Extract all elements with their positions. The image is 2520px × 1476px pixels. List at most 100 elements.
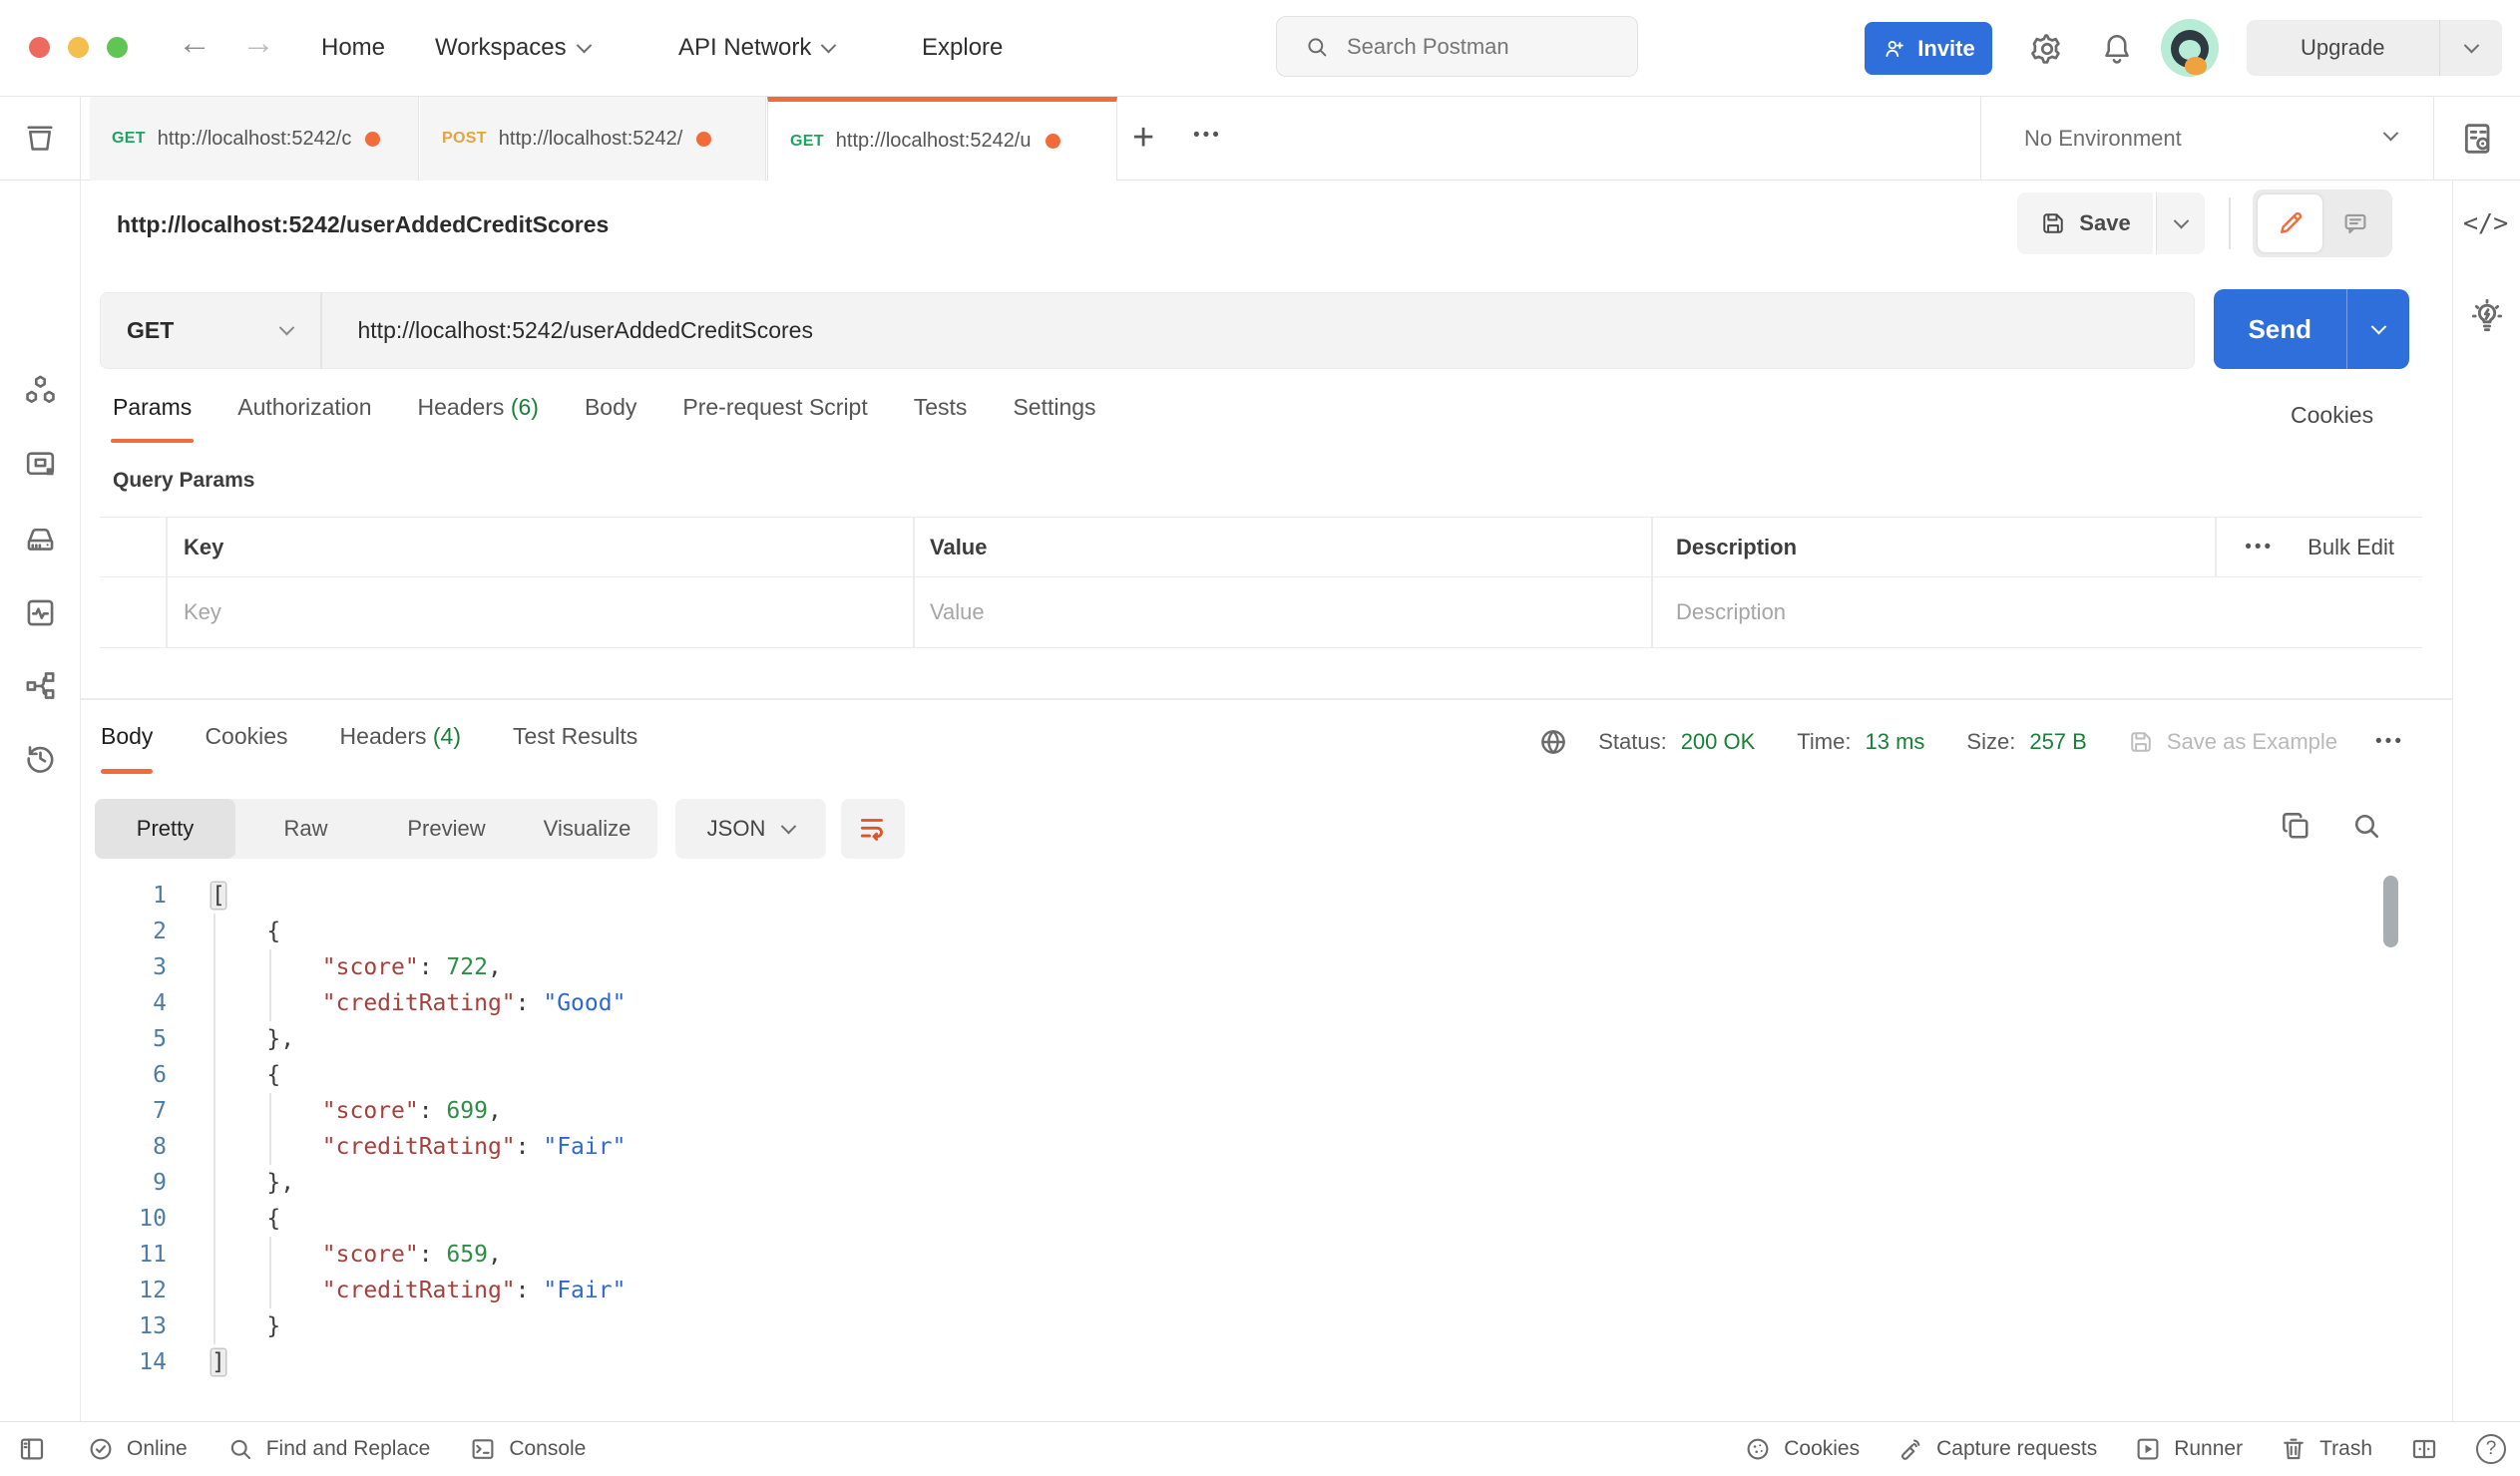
nav-api-network[interactable]: API Network: [678, 0, 834, 96]
pencil-icon: [2276, 208, 2306, 238]
response-more-icon[interactable]: •••: [2375, 731, 2404, 753]
indent-guide: [213, 914, 215, 1344]
bulk-edit-button[interactable]: Bulk Edit: [2308, 535, 2394, 560]
save-dropdown-button[interactable]: [2156, 192, 2205, 254]
mock-servers-icon[interactable]: [22, 521, 59, 557]
flows-icon[interactable]: [22, 667, 59, 704]
search-response-icon[interactable]: [2348, 808, 2384, 844]
response-tab-body[interactable]: Body: [101, 723, 153, 774]
nav-workspaces[interactable]: Workspaces: [435, 0, 590, 96]
line-number: 1: [80, 883, 167, 909]
environment-selector[interactable]: No Environment: [2024, 126, 2182, 152]
params-more-icon[interactable]: •••: [2245, 537, 2274, 558]
chevron-down-icon: [821, 37, 837, 53]
line-number: 2: [80, 919, 167, 944]
chevron-down-icon[interactable]: [2383, 126, 2399, 142]
response-divider: [81, 698, 2452, 700]
query-params-title: Query Params: [113, 469, 254, 493]
comments-toggle[interactable]: [2322, 194, 2387, 252]
url-input[interactable]: http://localhost:5242/userAddedCreditSco…: [322, 317, 813, 344]
history-icon[interactable]: [22, 740, 59, 777]
postbot-bulb-icon[interactable]: [2467, 296, 2507, 336]
tab-url: http://localhost:5242/: [499, 128, 683, 151]
copy-icon[interactable]: [2278, 808, 2313, 844]
tab-params[interactable]: Params: [113, 394, 192, 443]
online-status[interactable]: Online: [86, 1434, 188, 1464]
edit-pencil-toggle[interactable]: [2258, 194, 2322, 252]
cookies-link[interactable]: Cookies: [2291, 402, 2373, 429]
send-dropdown-button[interactable]: [2347, 324, 2409, 335]
capture-requests-button[interactable]: Capture requests: [1895, 1434, 2097, 1464]
help-button[interactable]: ?: [2476, 1434, 2506, 1464]
search-input[interactable]: Search Postman: [1276, 16, 1638, 77]
environment-quick-look-icon[interactable]: [2458, 119, 2498, 159]
code-scrollbar-thumb[interactable]: [2383, 876, 2398, 947]
new-tab-button[interactable]: +: [1132, 117, 1154, 160]
request-tab-1[interactable]: GET http://localhost:5242/c: [90, 97, 419, 181]
collections-sidebar-cell[interactable]: [0, 97, 81, 181]
globe-icon[interactable]: [1536, 725, 1570, 759]
monitors-icon[interactable]: [22, 594, 59, 631]
window-close-button[interactable]: [29, 37, 50, 58]
response-tab-headers[interactable]: Headers (4): [340, 723, 461, 774]
user-avatar[interactable]: [2161, 19, 2219, 77]
code-line: 9 },: [80, 1165, 2384, 1201]
value-placeholder[interactable]: Value: [930, 599, 985, 625]
sidebar-toggle-icon[interactable]: [16, 1433, 48, 1465]
save-button[interactable]: Save: [2017, 192, 2153, 254]
settings-gear-icon[interactable]: [2028, 30, 2066, 68]
request-tab-2[interactable]: POST http://localhost:5242/: [420, 97, 766, 181]
tab-tests[interactable]: Tests: [914, 394, 968, 443]
response-tab-test-results[interactable]: Test Results: [513, 723, 637, 774]
view-preview[interactable]: Preview: [376, 799, 517, 859]
status-value: 200 OK: [1681, 729, 1756, 755]
wrap-lines-button[interactable]: [841, 799, 905, 859]
response-tab-cookies[interactable]: Cookies: [205, 723, 287, 774]
line-number: 10: [80, 1206, 167, 1232]
url-bar: GET http://localhost:5242/userAddedCredi…: [100, 292, 2195, 369]
code-line: 6 {: [80, 1057, 2384, 1093]
unsaved-dot-icon: [696, 132, 711, 147]
view-visualize[interactable]: Visualize: [517, 799, 657, 859]
edit-mode-toggle: [2253, 189, 2392, 257]
save-as-example-button[interactable]: Save as Example: [2127, 728, 2337, 756]
console-button[interactable]: Console: [468, 1434, 586, 1464]
send-button[interactable]: Send: [2214, 289, 2409, 369]
view-pretty[interactable]: Pretty: [95, 799, 235, 859]
tab-pre-request-script[interactable]: Pre-request Script: [682, 394, 867, 443]
tab-settings[interactable]: Settings: [1013, 394, 1095, 443]
window-minimize-button[interactable]: [68, 37, 89, 58]
upgrade-button[interactable]: Upgrade: [2247, 20, 2502, 76]
apis-icon[interactable]: [22, 372, 59, 409]
params-empty-row[interactable]: Key Value Description: [100, 577, 2422, 647]
nav-home[interactable]: Home: [321, 0, 385, 96]
bottom-status-bar: Online Find and Replace Console Cookies …: [0, 1421, 2520, 1476]
upgrade-dropdown[interactable]: [2440, 43, 2502, 54]
trash-button[interactable]: Trash: [2279, 1434, 2372, 1464]
find-and-replace[interactable]: Find and Replace: [225, 1434, 431, 1464]
notifications-bell-icon[interactable]: [2099, 31, 2135, 67]
runner-button[interactable]: Runner: [2133, 1434, 2243, 1464]
window-zoom-button[interactable]: [107, 37, 128, 58]
invite-button[interactable]: Invite: [1865, 22, 1992, 75]
format-selector[interactable]: JSON: [675, 799, 826, 859]
environments-icon[interactable]: [22, 446, 59, 483]
view-raw[interactable]: Raw: [235, 799, 376, 859]
tab-headers[interactable]: Headers (6): [418, 394, 539, 443]
tab-authorization[interactable]: Authorization: [237, 394, 371, 443]
tab-options-icon[interactable]: •••: [1193, 125, 1222, 147]
status-label: Status:: [1598, 729, 1666, 755]
params-header-row: Key Value Description ••• Bulk Edit: [100, 518, 2422, 577]
tab-body[interactable]: Body: [585, 394, 636, 443]
cookies-button[interactable]: Cookies: [1743, 1434, 1860, 1464]
response-body-code[interactable]: 1[2 {3 "score": 722,4 "creditRating": "G…: [80, 878, 2384, 1380]
forward-arrow-icon[interactable]: →: [241, 24, 275, 63]
code-snippet-icon[interactable]: </>: [2463, 208, 2508, 237]
two-pane-icon[interactable]: [2408, 1433, 2440, 1465]
method-selector[interactable]: GET: [101, 317, 320, 344]
request-tab-3-active[interactable]: GET http://localhost:5242/u: [767, 97, 1117, 181]
description-placeholder[interactable]: Description: [1676, 599, 1786, 625]
back-arrow-icon[interactable]: ←: [178, 24, 211, 63]
nav-explore[interactable]: Explore: [922, 0, 1003, 96]
key-placeholder[interactable]: Key: [184, 599, 221, 625]
